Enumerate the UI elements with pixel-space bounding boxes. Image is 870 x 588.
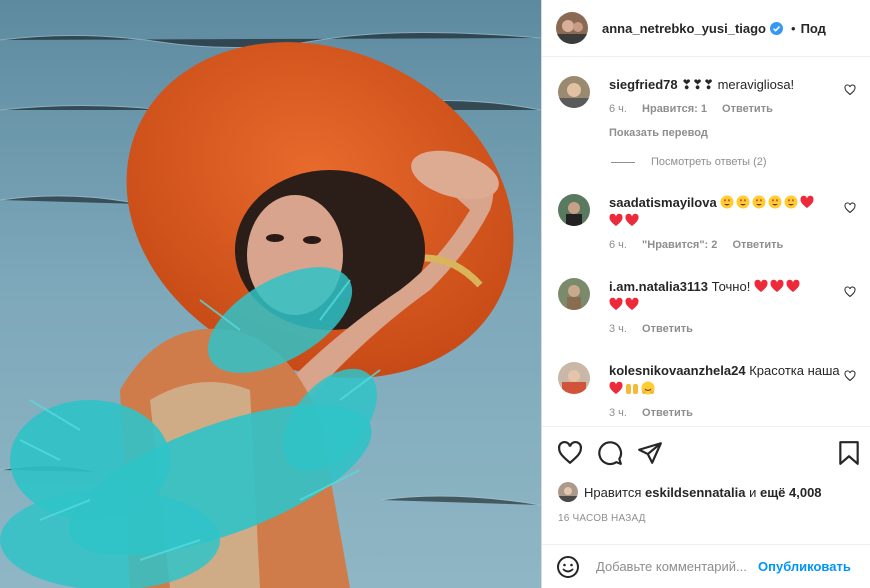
comment-icon[interactable] [597, 440, 623, 466]
red-heart-emoji-icon [609, 381, 623, 394]
comment-text: Красотка наша [749, 363, 840, 378]
add-comment-bar: Опубликовать [542, 544, 870, 588]
star-eyes-emoji-icon [784, 195, 798, 209]
likes-summary[interactable]: Нравится eskildsennatalia и ещё 4,008 [558, 482, 822, 502]
comment-time[interactable]: 6 ч. [609, 239, 627, 251]
star-eyes-emoji-icon [736, 195, 750, 209]
likes-count[interactable]: ещё 4,008 [760, 485, 822, 500]
red-heart-emoji-icon [800, 195, 814, 208]
liker-avatar [558, 482, 578, 502]
view-replies-link[interactable]: Посмотреть ответы (2) [611, 156, 767, 168]
like-comment-heart-icon[interactable] [844, 84, 856, 96]
red-heart-emoji-icon [770, 279, 784, 292]
comment-likes[interactable]: "Нравится": 2 [642, 239, 717, 251]
post-header: anna_netrebko_yusi_tiago • Под [542, 0, 870, 57]
post-panel: anna_netrebko_yusi_tiago • Под siegfried… [541, 0, 870, 588]
post-actions-bar [542, 426, 870, 479]
comment-username[interactable]: siegfried78 [609, 77, 678, 92]
star-eyes-emoji-icon [768, 195, 782, 209]
verified-badge-icon [770, 21, 783, 35]
commenter-avatar[interactable] [558, 76, 590, 108]
reply-button[interactable]: Ответить [722, 103, 773, 115]
like-comment-heart-icon[interactable] [844, 370, 856, 382]
comment-item: i.am.natalia3113 Точно! 3 ч. Ответить [558, 278, 856, 338]
share-icon[interactable] [637, 440, 663, 466]
comment-time[interactable]: 6 ч. [609, 103, 627, 115]
commenter-avatar[interactable] [558, 194, 590, 226]
likes-prefix: Нравится [584, 484, 642, 500]
comment-text: ❣❣❣ meravigliosa! [681, 77, 795, 92]
likes-and: и [749, 484, 757, 500]
comment-emoji-row [609, 381, 657, 396]
raising-hands-emoji-icon [626, 384, 638, 394]
comment-item: saadatismayilova 6 ч. "Нравится": 2 Отве… [558, 194, 856, 254]
comment-time[interactable]: 3 ч. [609, 407, 627, 419]
author-username[interactable]: anna_netrebko_yusi_tiago [602, 21, 766, 36]
post-image[interactable] [0, 0, 541, 588]
emoji-picker-icon[interactable] [556, 555, 580, 579]
reply-button[interactable]: Ответить [732, 239, 783, 251]
view-replies-label: Посмотреть ответы (2) [651, 156, 767, 168]
like-heart-icon[interactable] [557, 440, 583, 466]
red-heart-emoji-icon [625, 297, 639, 310]
red-heart-emoji-icon [609, 213, 623, 226]
post-comment-button[interactable]: Опубликовать [758, 559, 851, 574]
commenter-avatar[interactable] [558, 278, 590, 310]
reply-button[interactable]: Ответить [642, 407, 693, 419]
comment-likes[interactable]: Нравится: 1 [642, 103, 707, 115]
comment-username[interactable]: i.am.natalia3113 [609, 279, 708, 294]
star-eyes-emoji-icon [720, 195, 734, 209]
reply-button[interactable]: Ответить [642, 323, 693, 335]
author-avatar[interactable] [556, 12, 588, 44]
red-heart-emoji-icon [786, 279, 800, 292]
comment-item: siegfried78 ❣❣❣ meravigliosa! 6 ч. Нрави… [558, 76, 856, 142]
star-eyes-emoji-icon [752, 195, 766, 209]
comment-item: kolesnikovaanzhela24 Красотка наша 3 ч. … [558, 362, 856, 422]
red-heart-emoji-icon [625, 213, 639, 226]
show-translation-link[interactable]: Показать перевод [609, 124, 856, 142]
commenter-avatar[interactable] [558, 362, 590, 394]
comment-username[interactable]: kolesnikovaanzhela24 [609, 363, 746, 378]
header-separator: • [791, 20, 796, 36]
liker-username[interactable]: eskildsennatalia [645, 485, 745, 500]
comments-list: siegfried78 ❣❣❣ meravigliosa! 6 ч. Нрави… [542, 58, 870, 426]
replies-divider [611, 161, 635, 163]
comment-time[interactable]: 3 ч. [609, 323, 627, 335]
red-heart-emoji-icon [609, 297, 623, 310]
bookmark-icon[interactable] [836, 440, 862, 466]
post-timestamp[interactable]: 16 ЧАСОВ НАЗАД [558, 513, 646, 524]
like-comment-heart-icon[interactable] [844, 202, 856, 214]
comment-input[interactable] [594, 558, 758, 575]
like-comment-heart-icon[interactable] [844, 286, 856, 298]
follow-button[interactable]: Под [801, 21, 826, 36]
comment-username[interactable]: saadatismayilova [609, 195, 717, 210]
hugging-face-emoji-icon [641, 381, 655, 395]
comment-text: Точно! [711, 279, 751, 294]
red-heart-emoji-icon [754, 279, 768, 292]
